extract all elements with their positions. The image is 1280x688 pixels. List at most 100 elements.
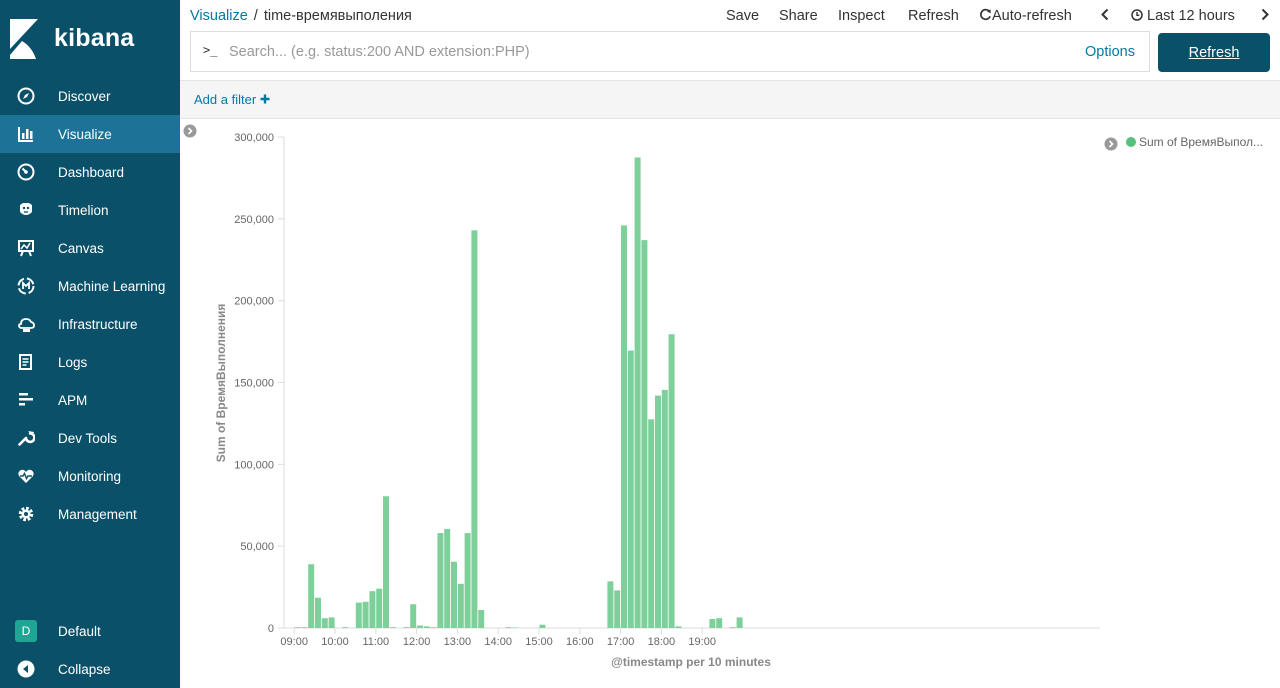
compass-icon [17, 87, 35, 105]
save-button[interactable]: Save [726, 8, 759, 24]
sidebar-item-label: Monitoring [58, 468, 122, 484]
machine-learning-icon [17, 277, 35, 295]
x-axis: 09:00 10:00 11:00 12:00 13:00 14:00 15:00 16:00… [280, 627, 1100, 648]
sidebar-item-label: Logs [58, 354, 88, 370]
sidebar-item-dev-tools[interactable]: Dev Tools [0, 419, 180, 457]
bar[interactable] [321, 618, 328, 628]
bar[interactable] [376, 588, 383, 628]
sidebar-item-discover[interactable]: Discover [0, 77, 180, 115]
bar[interactable] [457, 583, 464, 628]
sidebar: kibana Discover Visualize Dashboard Timelio… [0, 0, 180, 688]
bar[interactable] [634, 157, 641, 628]
bar[interactable] [539, 624, 546, 628]
auto-refresh-label: Auto-refresh [992, 8, 1072, 24]
bar[interactable] [328, 617, 335, 628]
bar[interactable] [301, 627, 308, 628]
bar[interactable] [355, 602, 362, 628]
breadcrumb-current: time-времявыполения [263, 8, 412, 24]
legend: Sum of ВремяВыпол... [1104, 135, 1263, 151]
bar[interactable] [648, 419, 655, 628]
sidebar-item-apm[interactable]: APM [0, 381, 180, 419]
options-link[interactable]: Options [1085, 44, 1135, 60]
bar[interactable] [294, 627, 301, 628]
sidebar-item-logs[interactable]: Logs [0, 343, 180, 381]
bar[interactable] [444, 528, 451, 628]
share-button[interactable]: Share [779, 8, 818, 24]
bar[interactable] [430, 627, 437, 628]
bar[interactable] [709, 619, 716, 628]
sidebar-item-management[interactable]: Management [0, 495, 180, 533]
sidebar-item-visualize[interactable]: Visualize [0, 115, 180, 153]
sidebar-item-label: Management [58, 506, 137, 522]
bar[interactable] [451, 561, 457, 628]
bar[interactable] [417, 625, 423, 628]
bar[interactable] [505, 627, 512, 628]
x-tick-label: 16:00 [566, 636, 594, 648]
collapse-button[interactable]: Collapse [0, 650, 180, 688]
time-range-label: Last 12 hours [1147, 8, 1235, 24]
space-selector[interactable]: D Default [0, 612, 180, 650]
bar[interactable] [607, 581, 614, 628]
logs-icon [19, 354, 32, 370]
bar[interactable] [403, 627, 410, 628]
sidebar-item-machine-learning[interactable]: Machine Learning [0, 267, 180, 305]
bar[interactable] [614, 590, 621, 628]
bar[interactable] [661, 389, 668, 628]
search-input[interactable] [229, 40, 1089, 64]
add-filter-label: Add a filter [194, 92, 257, 107]
sidebar-item-label: APM [58, 392, 88, 408]
bar[interactable] [478, 610, 485, 628]
bar[interactable] [437, 533, 444, 628]
bar[interactable] [342, 627, 349, 628]
y-axis-title: Sum of ВремяВыполнения [214, 304, 228, 463]
bar[interactable] [389, 627, 396, 628]
bar[interactable] [736, 617, 743, 628]
bar[interactable] [729, 627, 736, 628]
bar[interactable] [369, 591, 376, 628]
legend-color-dot[interactable] [1126, 137, 1136, 147]
sidebar-item-dashboard[interactable]: Dashboard [0, 153, 180, 191]
x-tick-label: 19:00 [688, 636, 716, 648]
bar[interactable] [627, 350, 634, 628]
refresh-button[interactable]: Refresh [1158, 33, 1270, 72]
bar[interactable] [464, 533, 471, 628]
y-tick-label: 50,000 [240, 541, 274, 553]
bar[interactable] [308, 564, 315, 628]
bar[interactable] [641, 240, 648, 629]
time-next-button[interactable] [1260, 8, 1270, 25]
bar[interactable] [362, 601, 369, 628]
kibana-wordmark: kibana [54, 24, 135, 52]
bar[interactable] [315, 597, 321, 628]
time-picker-button[interactable]: Last 12 hours [1131, 8, 1235, 24]
bar[interactable] [410, 604, 417, 628]
breadcrumb-visualize-link[interactable]: Visualize [190, 8, 248, 24]
y-axis-toggle[interactable] [183, 124, 197, 138]
legend-label[interactable]: Sum of ВремяВыпол... [1139, 135, 1263, 149]
kibana-app: kibana Discover Visualize Dashboard Timelio… [0, 0, 1280, 688]
bar[interactable] [716, 618, 723, 628]
sidebar-item-canvas[interactable]: Canvas [0, 229, 180, 267]
add-filter-link[interactable]: Add a filter [194, 92, 270, 107]
sidebar-item-timelion[interactable]: Timelion [0, 191, 180, 229]
bar[interactable] [383, 496, 389, 628]
bar[interactable] [621, 225, 627, 628]
sidebar-item-label: Infrastructure [58, 316, 138, 332]
clock-icon [1131, 9, 1143, 21]
bar[interactable] [423, 626, 430, 628]
refresh-link[interactable]: Refresh [908, 8, 959, 24]
kibana-logo[interactable]: kibana [0, 0, 180, 77]
collapse-label: Collapse [58, 661, 111, 677]
legend-toggle[interactable] [1104, 137, 1118, 151]
time-prev-button[interactable] [1100, 8, 1110, 25]
bar[interactable] [512, 627, 519, 629]
inspect-button[interactable]: Inspect [838, 8, 885, 24]
sidebar-item-infrastructure[interactable]: Infrastructure [0, 305, 180, 343]
bar[interactable] [675, 626, 682, 628]
bar[interactable] [471, 230, 478, 628]
space-label: Default [58, 623, 101, 639]
top-nav: Visualize / time-времявыполения Save Share… [180, 0, 1280, 33]
bar[interactable] [655, 395, 661, 628]
sidebar-item-monitoring[interactable]: Monitoring [0, 457, 180, 495]
bar[interactable] [668, 334, 675, 628]
auto-refresh-button[interactable]: Auto-refresh [979, 8, 1072, 24]
